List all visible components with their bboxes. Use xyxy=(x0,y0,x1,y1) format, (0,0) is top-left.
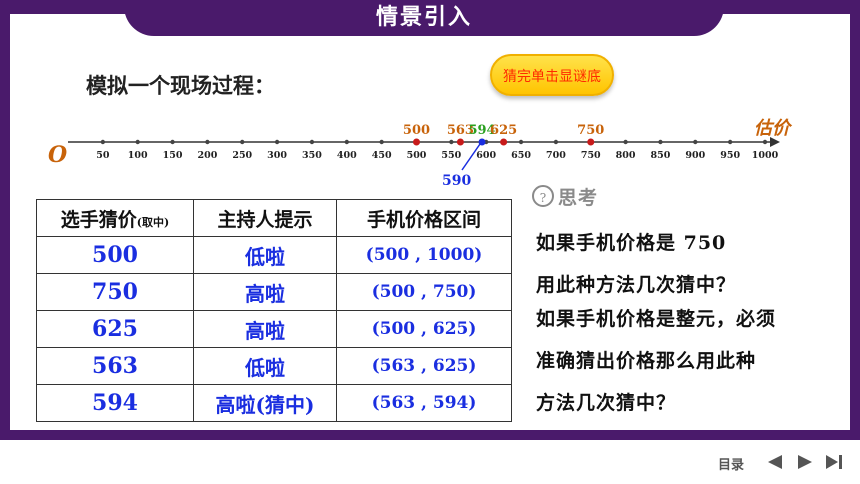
tick-mark xyxy=(727,139,733,145)
tick-mark xyxy=(170,139,175,145)
number-line: O 估价 50 100 150 200 250 300 350 400 450 500 550 600… xyxy=(48,118,793,189)
tick-label: 800 xyxy=(616,150,636,161)
question-2-line-1: 如果手机价格是整元，必须 xyxy=(536,308,777,330)
think-label: 思考 xyxy=(558,186,599,209)
axis-label: 估价 xyxy=(754,118,793,139)
tick-label: 400 xyxy=(337,150,357,161)
tick-label: 450 xyxy=(372,150,392,161)
marker-label: 500 xyxy=(403,123,430,138)
origin-label: O xyxy=(48,142,67,168)
right-frame-bar xyxy=(850,0,860,440)
tick-label: 700 xyxy=(546,150,566,161)
table-row: 500 低啦 (500 , 1000) xyxy=(36,236,512,274)
head-thinking-icon: ? xyxy=(532,185,554,207)
slide-title: 情景引入 xyxy=(124,0,724,36)
tick-label: 650 xyxy=(511,150,531,161)
guess-cell: 500 xyxy=(36,236,194,274)
tick-label: 300 xyxy=(267,150,287,161)
header-guess: 选手猜价(取中) xyxy=(36,199,194,237)
guess-table: 选手猜价(取中) 主持人提示 手机价格区间 500 低啦 (500 , 1000… xyxy=(36,199,512,422)
tick-label: 600 xyxy=(476,150,496,161)
tick-mark xyxy=(240,139,245,145)
hint-cell: 低啦 xyxy=(193,236,337,274)
think-heading: ? 思考 xyxy=(532,182,598,210)
marker-label: 750 xyxy=(577,123,604,138)
reveal-answer-button[interactable]: 猜完单击显谜底 xyxy=(490,54,614,96)
hint-cell: 高啦(猜中) xyxy=(193,384,337,422)
tick-label: 1000 xyxy=(752,150,779,161)
bottom-frame-bar xyxy=(0,430,860,440)
range-cell: (500 , 750) xyxy=(336,273,512,311)
hint-cell: 低啦 xyxy=(193,347,337,385)
tick-label: 550 xyxy=(441,150,461,161)
tick-label: 750 xyxy=(581,150,601,161)
guess-cell: 625 xyxy=(36,310,194,348)
tick-mark xyxy=(344,139,349,145)
table-row: 563 低啦 (563 , 625) xyxy=(36,347,512,385)
range-cell: (563 , 594) xyxy=(336,384,512,422)
marker-point xyxy=(456,138,464,146)
tick-mark xyxy=(623,139,628,145)
marker-point xyxy=(587,138,595,146)
tick-mark xyxy=(449,139,454,145)
header-range: 手机价格区间 xyxy=(336,199,512,237)
menu-link[interactable]: 目录 xyxy=(718,454,744,473)
next-page-icon[interactable] xyxy=(796,454,814,470)
table-row: 625 高啦 (500 , 625) xyxy=(36,310,512,348)
guess-cell: 750 xyxy=(36,273,194,311)
tick-mark xyxy=(135,139,140,145)
guess-cell: 594 xyxy=(36,384,194,422)
tick-label: 50 xyxy=(96,150,110,161)
table-row: 594 高啦(猜中) (563 , 594) xyxy=(36,384,512,422)
tick-mark xyxy=(762,139,768,145)
question-2-line-3: 方法几次猜中？ xyxy=(536,392,677,414)
tick-label: 850 xyxy=(651,150,671,161)
tick-label: 100 xyxy=(128,150,148,161)
tick-mark xyxy=(205,139,210,145)
hint-cell: 高啦 xyxy=(193,273,337,311)
pointer-label: 590 xyxy=(442,173,471,189)
tick-mark xyxy=(379,139,384,145)
tick-label: 200 xyxy=(197,150,217,161)
left-frame-bar xyxy=(0,0,10,440)
table-header-row: 选手猜价(取中) 主持人提示 手机价格区间 xyxy=(36,199,512,237)
question-2-line-2: 准确猜出价格那么用此种 xyxy=(536,350,757,372)
question-1-line-1: 如果手机价格是 750 xyxy=(536,232,727,254)
tick-mark xyxy=(693,139,698,145)
tick-mark xyxy=(658,139,663,145)
range-cell: (500 , 1000) xyxy=(336,236,512,274)
tick-label: 350 xyxy=(302,150,322,161)
tick-mark xyxy=(309,139,315,145)
guess-cell: 563 xyxy=(36,347,194,385)
tick-label: 900 xyxy=(685,150,705,161)
marker-point xyxy=(413,138,420,146)
previous-page-icon[interactable] xyxy=(766,454,784,470)
marker-label: 625 xyxy=(490,123,517,138)
tick-mark xyxy=(518,139,524,145)
tick-label: 950 xyxy=(720,150,740,161)
table-row: 750 高啦 (500 , 750) xyxy=(36,273,512,311)
tick-mark xyxy=(553,139,559,145)
header-hint: 主持人提示 xyxy=(193,199,337,237)
range-cell: (563 , 625) xyxy=(336,347,512,385)
hint-cell: 高啦 xyxy=(193,310,337,348)
intro-text: 模拟一个现场过程： xyxy=(86,73,275,98)
tick-mark xyxy=(274,139,280,145)
last-page-icon[interactable] xyxy=(824,454,844,470)
range-cell: (500 , 625) xyxy=(336,310,512,348)
tick-label: 500 xyxy=(407,150,427,161)
tick-label: 150 xyxy=(163,150,183,161)
question-1-line-2: 用此种方法几次猜中？ xyxy=(536,274,737,296)
marker-point xyxy=(500,138,508,146)
tick-label: 250 xyxy=(232,150,252,161)
tick-mark xyxy=(100,139,106,145)
